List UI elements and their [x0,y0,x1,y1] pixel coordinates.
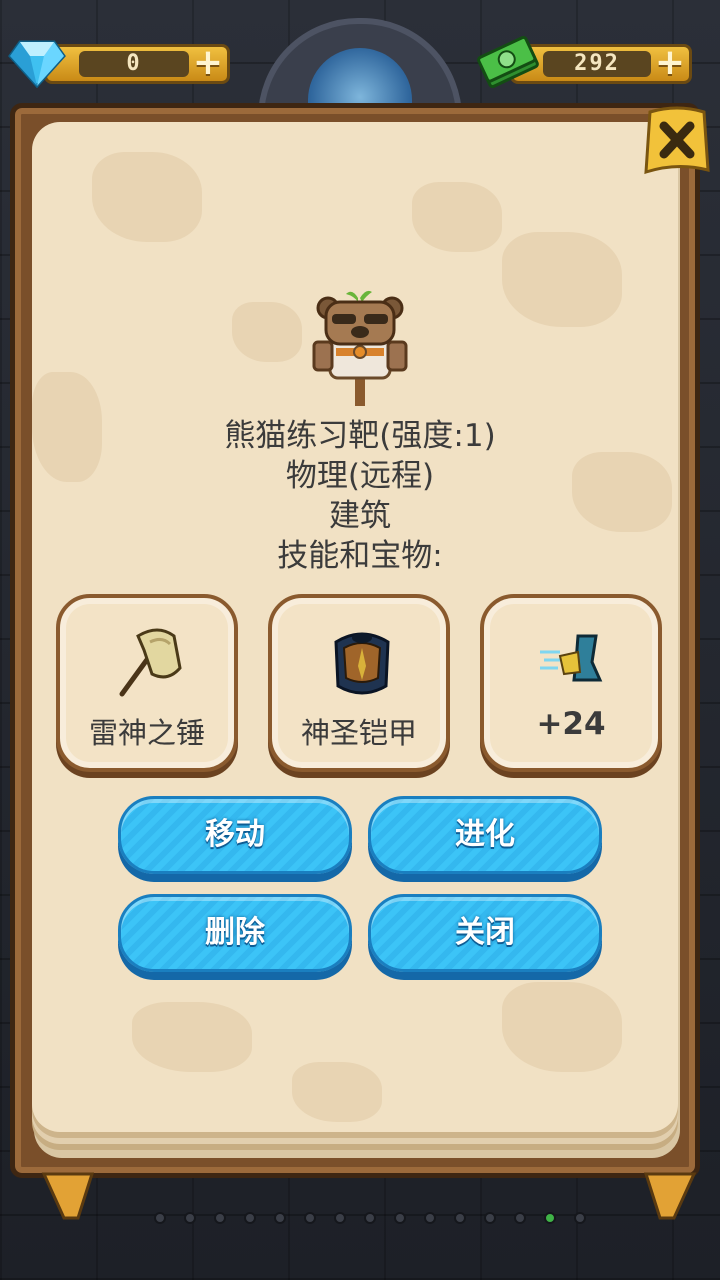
armor-icon [334,632,390,695]
diamond-icon [8,40,66,88]
gems-value: 0 [79,51,189,77]
close-button[interactable]: 关闭 [368,894,602,972]
slot-label-armor: 神圣铠甲 [300,716,417,750]
pet-category: 建筑 [329,498,391,534]
speed-boot-icon [540,634,603,682]
skill-slot-speed[interactable]: +24 [480,594,662,772]
skills-header: 技能和宝物: [277,538,443,574]
hammer-icon [119,628,182,697]
page-dot[interactable] [244,1212,256,1224]
page-dot[interactable] [514,1212,526,1224]
page-dot[interactable] [424,1212,436,1224]
page-dot[interactable] [574,1212,586,1224]
panda-target-icon [312,290,408,406]
page-indicator [0,1208,720,1228]
move-button[interactable]: 移动 [118,796,352,874]
evolve-button[interactable]: 进化 [368,796,602,874]
page-dot[interactable] [454,1212,466,1224]
page-dot[interactable] [394,1212,406,1224]
page-dot[interactable] [304,1212,316,1224]
close-icon[interactable] [642,100,712,184]
page-dot[interactable] [334,1212,346,1224]
gems-bar: 0 + [44,44,230,84]
delete-button[interactable]: 删除 [118,894,352,972]
slot-label-hammer: 雷神之锤 [88,716,205,750]
page-dot[interactable] [184,1212,196,1224]
add-cash-button[interactable]: + [653,45,687,81]
pet-damage-type: 物理(远程) [285,458,435,494]
skill-slot-armor[interactable]: 神圣铠甲 [268,594,450,772]
skill-slot-hammer[interactable]: 雷神之锤 [56,594,238,772]
cash-value: 292 [543,51,651,77]
page-dot[interactable] [214,1212,226,1224]
page-dot[interactable] [364,1212,376,1224]
cash-icon [477,35,539,89]
add-gems-button[interactable]: + [191,45,225,81]
page-dot[interactable] [154,1212,166,1224]
slot-label-speed: +24 [536,706,606,742]
pet-name-strength: 熊猫练习靶(强度:1) [224,418,496,454]
page-dot[interactable] [484,1212,496,1224]
page-dot-active[interactable] [544,1212,556,1224]
page-dot[interactable] [274,1212,286,1224]
